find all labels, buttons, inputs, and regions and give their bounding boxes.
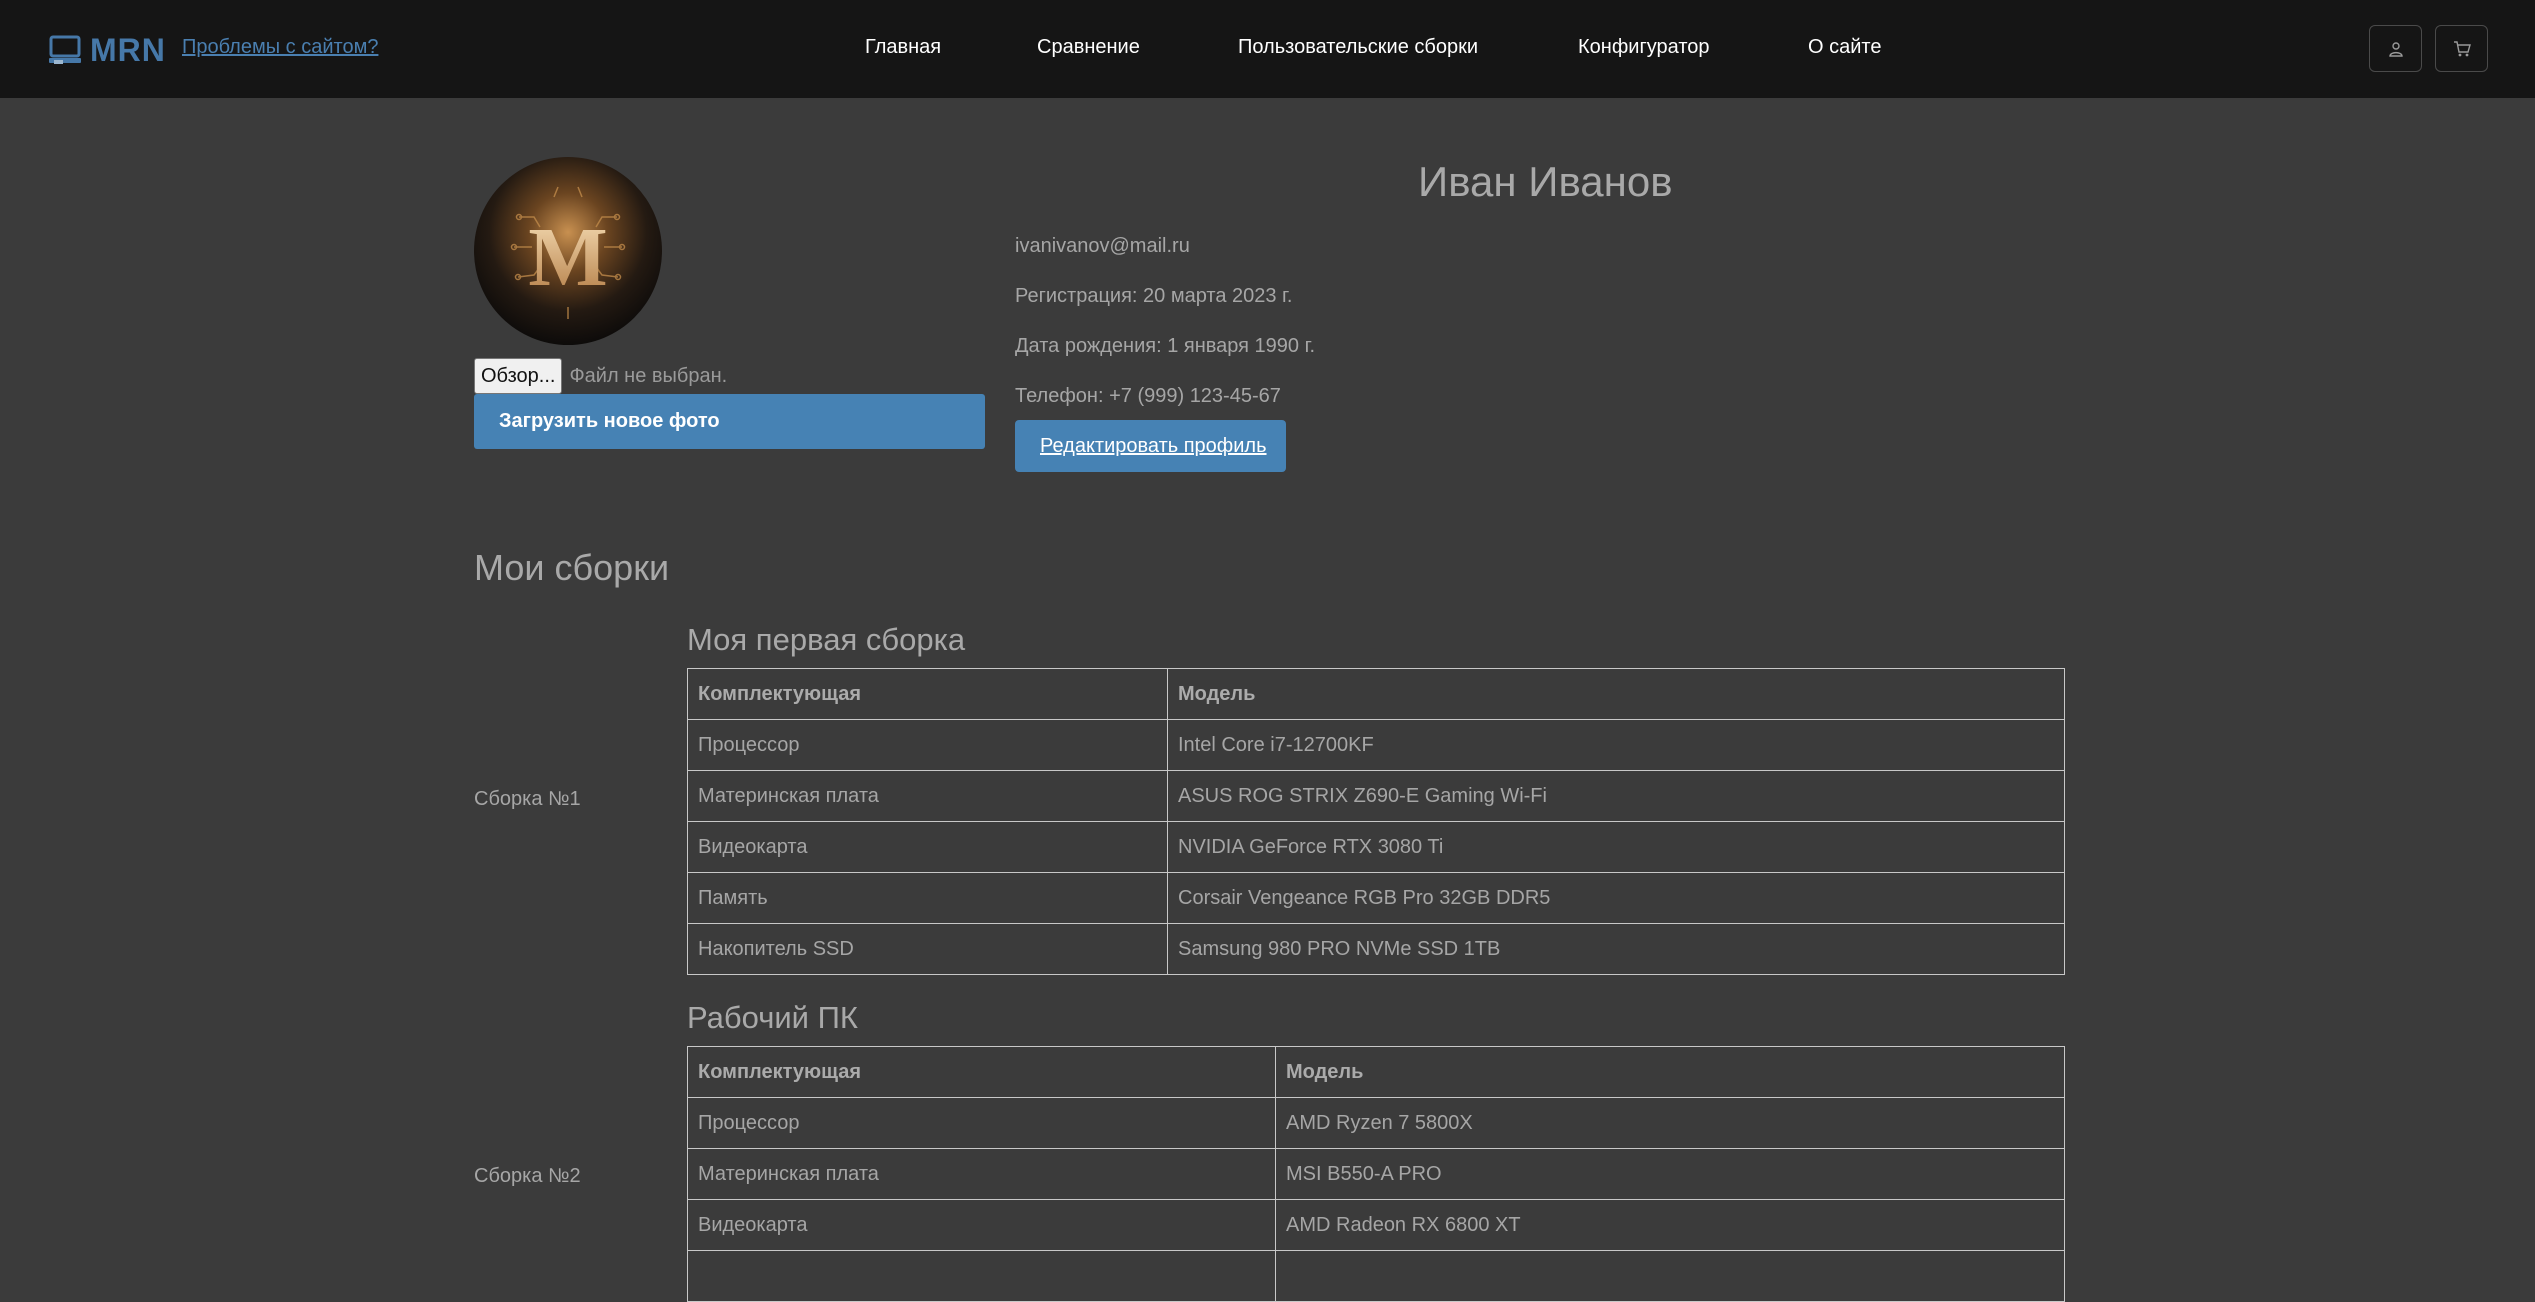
build-label: Сборка №2 [474, 1165, 581, 1187]
component-cell: Накопитель SSD [687, 923, 1168, 975]
build-label: Сборка №1 [474, 788, 581, 810]
build-parts-table: Комплектующая Модель Процессор AMD Ryzen… [687, 1046, 2065, 1302]
profile-avatar: M [474, 157, 662, 345]
component-cell: Видеокарта [687, 821, 1168, 873]
model-cell [1275, 1250, 2065, 1302]
table-row: Процессор Intel Core i7-12700KF [687, 719, 2065, 771]
site-problems-link[interactable]: Проблемы с сайтом? [182, 36, 378, 59]
component-cell: Материнская плата [687, 770, 1168, 822]
build-parts-table: Комплектующая Модель Процессор Intel Cor… [687, 668, 2065, 975]
column-header-component: Комплектующая [687, 668, 1168, 720]
my-builds-title: Мои сборки [474, 547, 670, 588]
model-cell: MSI B550-A PRO [1275, 1148, 2065, 1200]
browse-button[interactable]: Обзор... [474, 358, 563, 394]
table-row: Память Corsair Vengeance RGB Pro 32GB DD… [687, 872, 2065, 924]
user-birthdate: Дата рождения: 1 января 1990 г. [1015, 335, 1316, 357]
user-phone: Телефон: +7 (999) 123-45-67 [1015, 385, 1281, 407]
cart-button[interactable] [2435, 25, 2488, 72]
table-row: Материнская плата ASUS ROG STRIX Z690-E … [687, 770, 2065, 822]
model-cell: ASUS ROG STRIX Z690-E Gaming Wi-Fi [1167, 770, 2065, 822]
component-cell: Процессор [687, 1097, 1276, 1149]
model-cell: Corsair Vengeance RGB Pro 32GB DDR5 [1167, 872, 2065, 924]
nav-home[interactable]: Главная [865, 36, 941, 59]
cart-icon [2453, 40, 2471, 56]
account-button[interactable] [2369, 25, 2422, 72]
model-cell: Samsung 980 PRO NVMe SSD 1TB [1167, 923, 2065, 975]
component-cell: Видеокарта [687, 1199, 1276, 1251]
column-header-model: Модель [1167, 668, 2065, 720]
file-status-text: Файл не выбран. [569, 364, 728, 387]
table-header-row: Комплектующая Модель [687, 668, 2065, 720]
laptop-icon [49, 35, 81, 64]
top-navbar: MRN Проблемы с сайтом? Главная Сравнение… [0, 0, 2535, 98]
edit-profile-button[interactable]: Редактировать профиль [1015, 420, 1286, 472]
table-row: Материнская плата MSI B550-A PRO [687, 1148, 2065, 1200]
table-row: Видеокарта AMD Radeon RX 6800 XT [687, 1199, 2065, 1251]
avatar-letter: M [528, 211, 607, 304]
nav-compare[interactable]: Сравнение [1037, 36, 1140, 59]
user-email: ivanivanov@mail.ru [1015, 235, 1190, 257]
table-row: Видеокарта NVIDIA GeForce RTX 3080 Ti [687, 821, 2065, 873]
photo-file-picker: Обзор... Файл не выбран. [474, 358, 727, 394]
table-header-row: Комплектующая Модель [687, 1046, 2065, 1098]
component-cell [687, 1250, 1276, 1302]
nav-about[interactable]: О сайте [1808, 36, 1881, 59]
model-cell: NVIDIA GeForce RTX 3080 Ti [1167, 821, 2065, 873]
build-name: Моя первая сборка [687, 622, 966, 657]
model-cell: AMD Ryzen 7 5800X [1275, 1097, 2065, 1149]
model-cell: AMD Radeon RX 6800 XT [1275, 1199, 2065, 1251]
column-header-model: Модель [1275, 1046, 2065, 1098]
nav-user-builds[interactable]: Пользовательские сборки [1238, 36, 1478, 59]
model-cell: Intel Core i7-12700KF [1167, 719, 2065, 771]
column-header-component: Комплектующая [687, 1046, 1276, 1098]
upload-photo-button[interactable]: Загрузить новое фото [474, 394, 985, 449]
table-row: Накопитель SSD Samsung 980 PRO NVMe SSD … [687, 923, 2065, 975]
table-row: Процессор AMD Ryzen 7 5800X [687, 1097, 2065, 1149]
user-registration: Регистрация: 20 марта 2023 г. [1015, 285, 1293, 307]
user-icon [2388, 41, 2403, 57]
nav-configurator[interactable]: Конфигуратор [1578, 36, 1710, 59]
component-cell: Материнская плата [687, 1148, 1276, 1200]
build-name: Рабочий ПК [687, 1000, 858, 1035]
component-cell: Память [687, 872, 1168, 924]
component-cell: Процессор [687, 719, 1168, 771]
user-name: Иван Иванов [1418, 158, 1673, 205]
logo-text: MRN [90, 32, 166, 68]
site-logo[interactable]: MRN [49, 32, 166, 69]
table-row [687, 1250, 2065, 1302]
